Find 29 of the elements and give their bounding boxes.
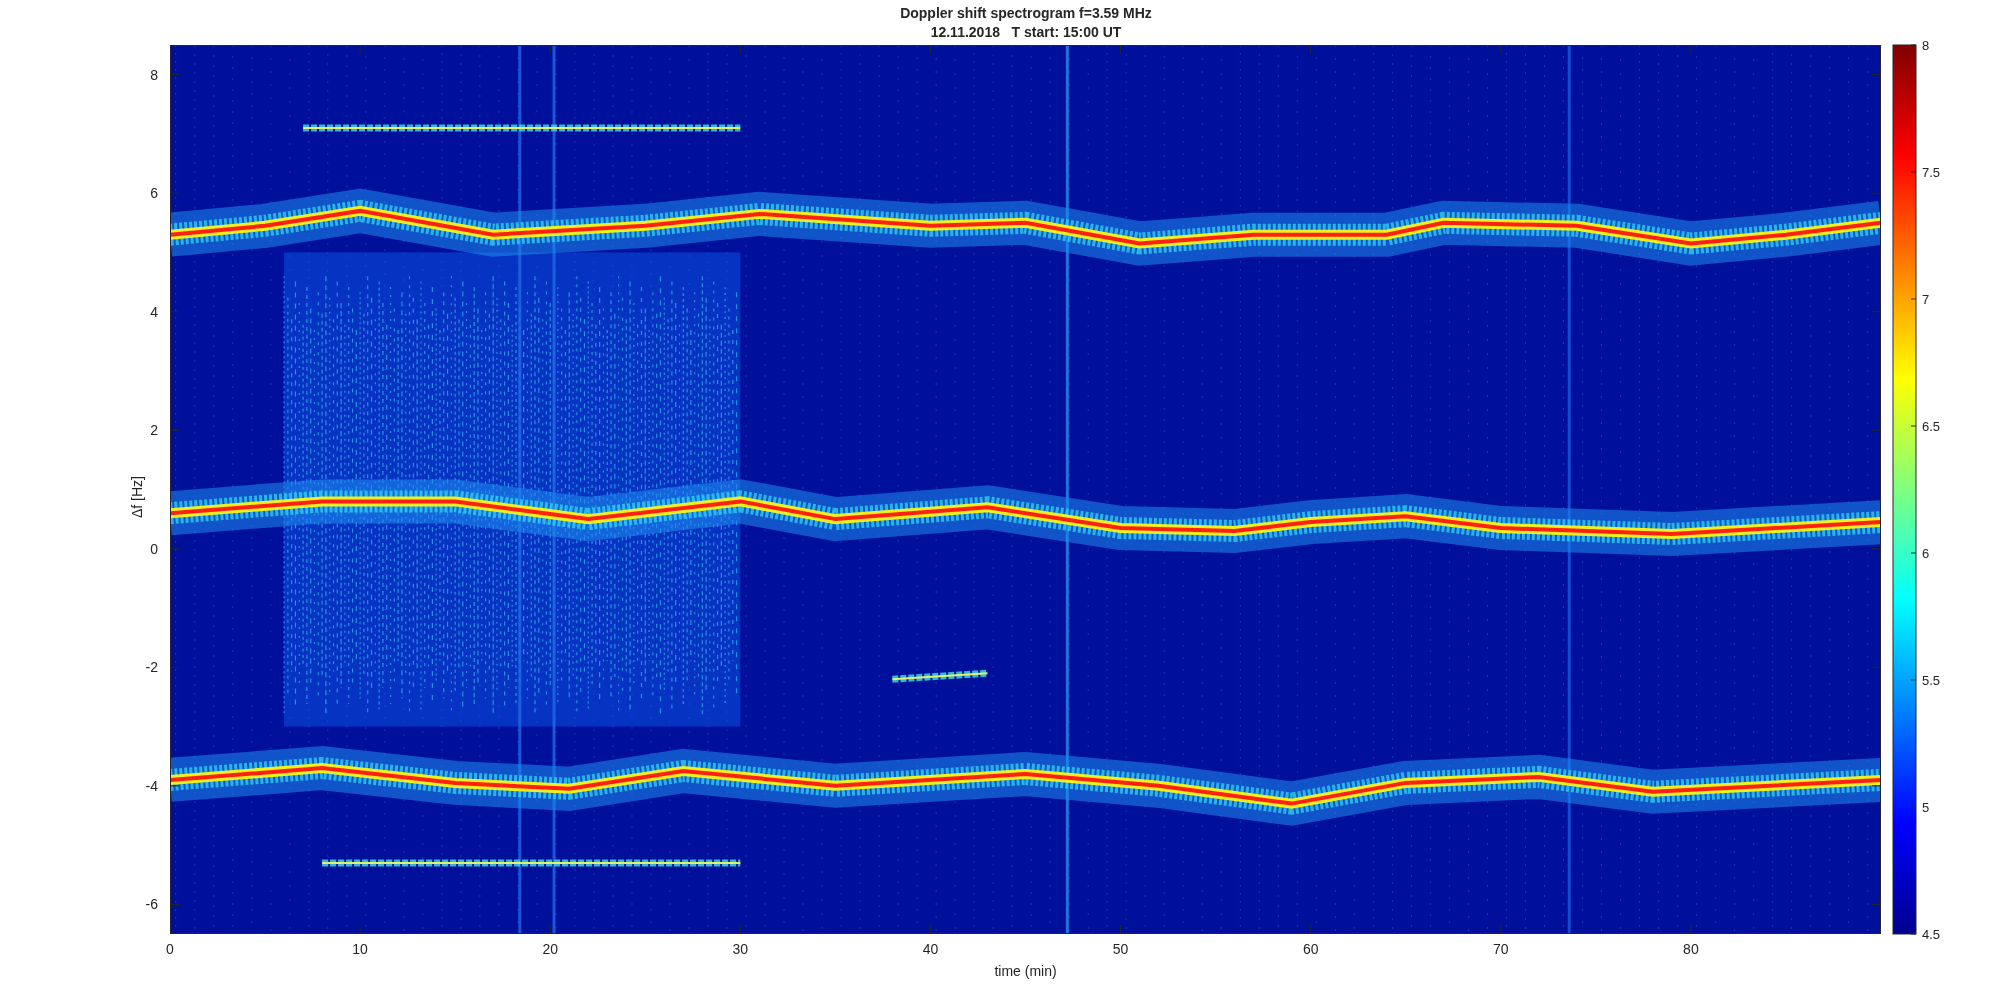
- y-axis-label: Δf [Hz]: [129, 476, 145, 518]
- y-tick-label: -6: [145, 896, 158, 913]
- chart-title: Doppler shift spectrogram f=3.59 MHz: [900, 5, 1152, 21]
- colorbar-tick-label: 7.5: [1922, 165, 1941, 180]
- colorbar-tick-label: 5: [1922, 800, 1930, 815]
- y-tick-label: -2: [145, 659, 158, 676]
- y-tick-label: 0: [150, 540, 158, 557]
- x-tick-label: 10: [352, 941, 368, 957]
- colorbar-tick-label: 5.5: [1922, 673, 1941, 688]
- colorbar-tick-label: 4.5: [1922, 927, 1941, 942]
- x-tick-label: 50: [1112, 941, 1129, 957]
- x-tick-label: 70: [1493, 941, 1509, 957]
- y-tick-label: 8: [150, 66, 158, 83]
- x-tick-label: 80: [1683, 941, 1699, 957]
- colorbar-tick-label: 6.5: [1922, 419, 1941, 434]
- y-tick-label: 6: [150, 185, 158, 202]
- colorbar-tick-label: 8: [1922, 38, 1930, 53]
- y-tick-label: 2: [150, 422, 158, 439]
- y-tick-label: -4: [145, 777, 158, 794]
- colorbar-tick-label: 7: [1922, 292, 1930, 307]
- chart-subtitle: 12.11.2018 T start: 15:00 UT: [930, 24, 1122, 40]
- x-tick-label: 60: [1302, 941, 1319, 957]
- y-tick-label: 4: [150, 303, 158, 320]
- colorbar-tick-label: 6: [1922, 546, 1930, 561]
- x-tick-label: 30: [732, 941, 749, 957]
- x-tick-label: 0: [166, 941, 174, 957]
- x-tick-label: 20: [542, 941, 558, 957]
- x-axis-label: time (min): [994, 963, 1057, 979]
- x-tick-label: 40: [922, 941, 939, 957]
